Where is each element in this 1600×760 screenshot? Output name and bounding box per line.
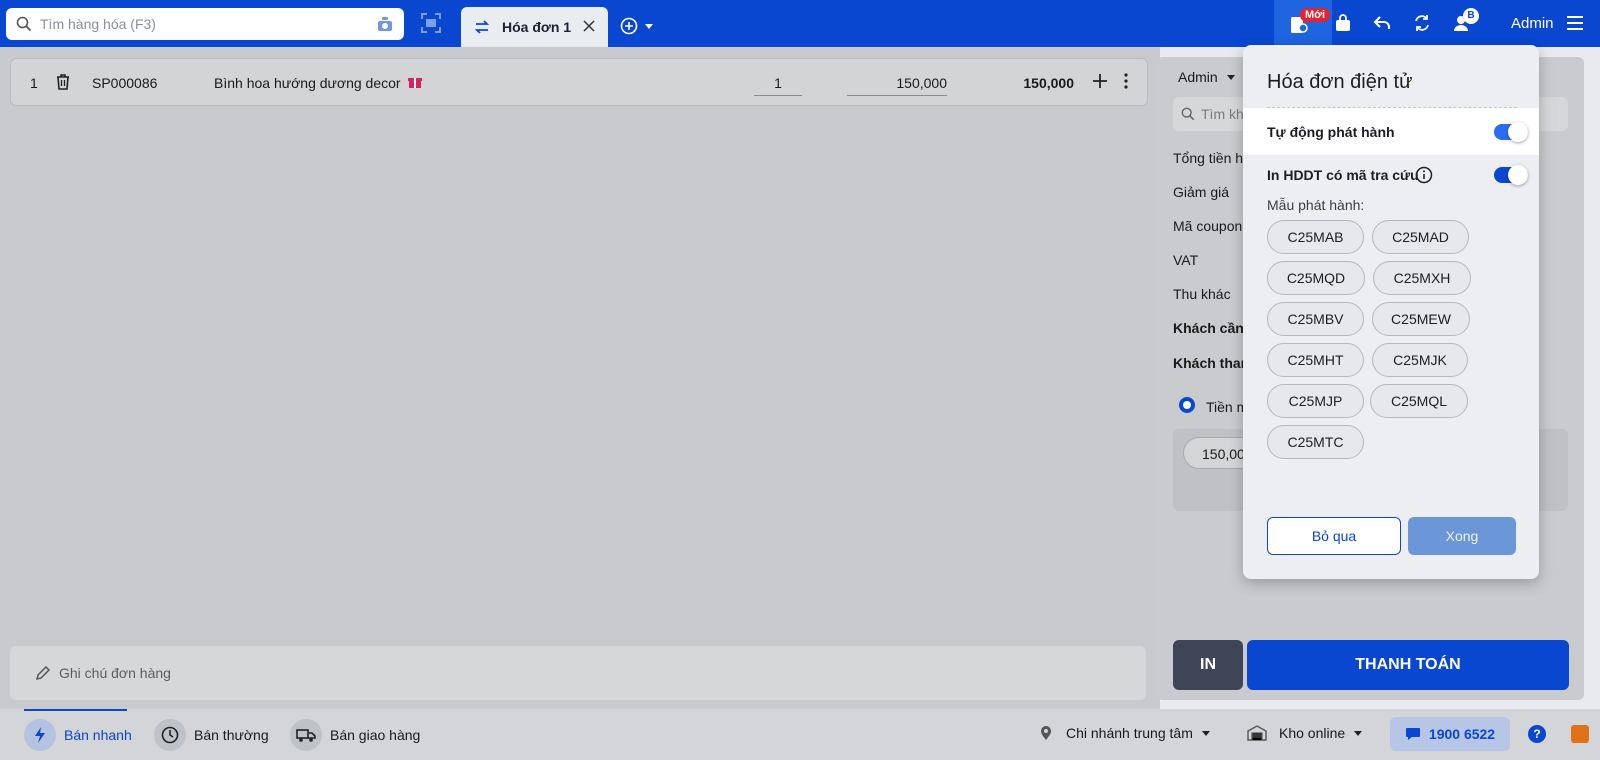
print-lookup-label: In HDDT có mã tra cứu [1267, 167, 1419, 183]
user-badge: B [1463, 8, 1479, 24]
warehouse-label: Kho online [1279, 725, 1346, 741]
cash-radio[interactable] [1179, 397, 1195, 413]
chat-bubble-icon [1405, 728, 1420, 740]
pencil-icon [35, 665, 51, 681]
template-chip-c25mad[interactable]: C25MAD [1372, 220, 1469, 254]
tab-invoice-1[interactable]: Hóa đơn 1 [461, 7, 608, 47]
feedback-icon[interactable] [1571, 725, 1589, 743]
active-mode-underline [24, 709, 127, 711]
print-lookup-row: In HDDT có mã tra cứu [1243, 155, 1539, 195]
template-label: Mẫu phát hành: [1267, 197, 1365, 213]
caret-down-icon [645, 24, 653, 29]
mode-normal-sale[interactable]: Bán thường [154, 719, 269, 751]
warehouse-icon [1247, 725, 1267, 741]
plus-icon[interactable] [1092, 73, 1108, 89]
gift-icon[interactable] [408, 75, 422, 89]
product-search[interactable]: Tìm hàng hóa (F3) [6, 8, 404, 40]
trash-icon[interactable] [55, 73, 71, 91]
line-total: 150,000 [1023, 75, 1074, 91]
checkout-button[interactable]: THANH TOÁN [1247, 640, 1569, 690]
done-button[interactable]: Xong [1408, 517, 1516, 555]
template-chip-c25mql[interactable]: C25MQL [1370, 384, 1468, 418]
unit-price-input[interactable]: 150,000 [847, 75, 947, 96]
admin-user-menu[interactable]: Admin [1511, 15, 1554, 32]
coupon-label: Mã coupon [1173, 218, 1243, 234]
scale-icon[interactable] [376, 15, 394, 33]
more-vertical-icon[interactable] [1124, 73, 1128, 89]
close-icon[interactable] [582, 19, 596, 33]
item-code: SP000086 [92, 75, 158, 91]
other-fee-label: Thu khác [1173, 286, 1231, 302]
order-note-placeholder: Ghi chú đơn hàng [59, 665, 171, 681]
cart-area [0, 47, 1160, 709]
auto-issue-row: Tự động phát hành [1243, 108, 1539, 155]
add-circle-icon [620, 17, 638, 35]
info-icon[interactable] [1415, 166, 1433, 184]
location-pin-icon [1041, 726, 1051, 740]
add-tab-button[interactable] [620, 17, 654, 35]
branch-label: Chi nhánh trung tâm [1066, 725, 1193, 741]
e-invoice-popup: Hóa đơn điện tử Tự động phát hành In HDD… [1243, 45, 1539, 579]
print-button[interactable]: IN [1173, 640, 1243, 690]
template-chip-c25mqd[interactable]: C25MQD [1267, 261, 1365, 295]
customer-search-placeholder: Tìm kh [1201, 106, 1244, 122]
cart-item-row: 1 SP000086 Bình hoa hướng dương decor 1 … [10, 58, 1148, 106]
hotline-button[interactable]: 1900 6522 [1390, 717, 1510, 751]
cash-label: Tiền m [1206, 399, 1249, 415]
caret-down-icon [1226, 75, 1235, 80]
hamburger-menu-icon[interactable] [1566, 15, 1584, 31]
template-chip-c25mxh[interactable]: C25MXH [1373, 261, 1471, 295]
search-icon [1181, 107, 1195, 121]
mode-normal-label: Bán thường [194, 727, 269, 743]
template-chip-c25mtc[interactable]: C25MTC [1267, 425, 1364, 459]
warehouse-select[interactable]: Kho online [1247, 725, 1363, 741]
item-name[interactable]: Bình hoa hướng dương decor [214, 75, 401, 91]
mode-delivery-sale[interactable]: Bán giao hàng [290, 719, 420, 751]
skip-button[interactable]: Bỏ qua [1267, 517, 1401, 555]
mode-fast-label: Bán nhanh [64, 727, 132, 743]
swap-icon [474, 20, 490, 34]
seller-select[interactable]: Admin [1178, 69, 1236, 85]
new-badge: Mới [1300, 8, 1331, 22]
auto-issue-label: Tự động phát hành [1267, 124, 1395, 140]
vat-label: VAT [1173, 252, 1199, 268]
quantity-input[interactable]: 1 [754, 75, 802, 96]
bottom-bar: Bán nhanh Bán thường Bán giao hàng Chi n… [0, 709, 1600, 760]
amount-due-label: Khách cần [1173, 320, 1244, 336]
template-chip-c25mjp[interactable]: C25MJP [1267, 384, 1364, 418]
search-input[interactable]: Tìm hàng hóa (F3) [40, 16, 156, 32]
tab-label: Hóa đơn 1 [502, 19, 572, 35]
mode-fast-sale[interactable]: Bán nhanh [24, 719, 132, 751]
template-chip-c25mew[interactable]: C25MEW [1372, 302, 1470, 336]
barcode-scan-icon[interactable] [420, 12, 442, 34]
subtotal-label: Tổng tiền h [1173, 150, 1244, 166]
template-chip-c25mjk[interactable]: C25MJK [1372, 343, 1468, 377]
shopping-bag-icon[interactable] [1333, 13, 1353, 33]
clock-icon [161, 726, 179, 744]
top-bar: Tìm hàng hóa (F3) Hóa đơn 1 Mới B Admin [0, 0, 1600, 47]
popup-title: Hóa đơn điện tử [1267, 71, 1413, 93]
print-lookup-toggle[interactable] [1494, 165, 1528, 185]
lightning-icon [35, 727, 45, 743]
truck-icon [296, 729, 316, 742]
caret-down-icon [1201, 731, 1210, 736]
undo-return-icon[interactable] [1372, 13, 1392, 33]
hotline-number: 1900 6522 [1428, 726, 1496, 742]
help-icon[interactable]: ? [1528, 725, 1546, 743]
template-chip-c25mht[interactable]: C25MHT [1267, 343, 1364, 377]
discount-label: Giảm giá [1173, 184, 1230, 200]
caret-down-icon [1354, 731, 1363, 736]
exchange-icon[interactable] [1412, 13, 1432, 33]
branch-select[interactable]: Chi nhánh trung tâm [1040, 725, 1211, 741]
customer-paid-label: Khách than [1173, 355, 1250, 371]
seller-name: Admin [1178, 69, 1218, 85]
auto-issue-toggle[interactable] [1494, 122, 1528, 142]
search-icon [16, 16, 32, 32]
order-note-field[interactable]: Ghi chú đơn hàng [10, 646, 1146, 700]
item-index: 1 [30, 75, 38, 91]
mode-delivery-label: Bán giao hàng [330, 727, 421, 743]
template-chip-c25mab[interactable]: C25MAB [1267, 220, 1364, 254]
template-chip-c25mbv[interactable]: C25MBV [1267, 302, 1364, 336]
